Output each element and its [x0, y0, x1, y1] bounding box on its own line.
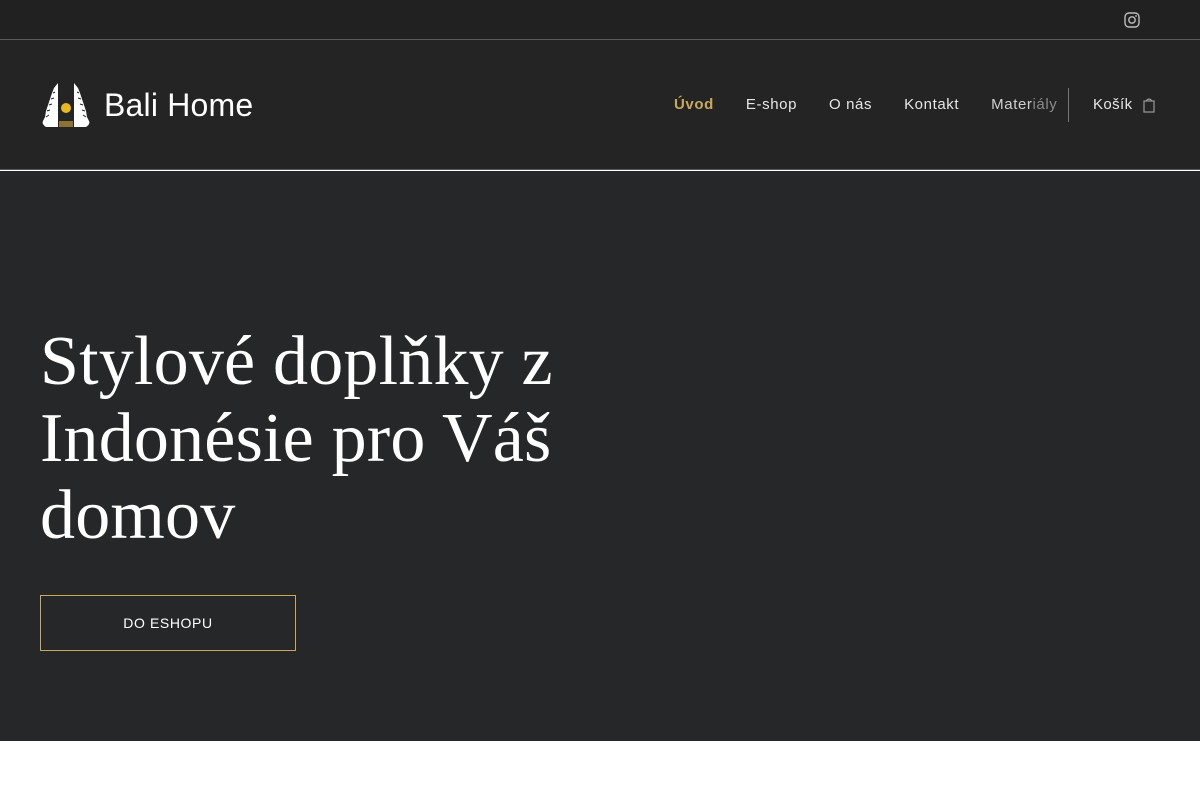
brand-logo-link[interactable]: Bali Home	[40, 78, 253, 132]
nav-item-eshop[interactable]: E-shop	[730, 96, 813, 114]
cart-link[interactable]: Košík	[1093, 96, 1155, 113]
content-area	[0, 741, 1200, 800]
instagram-icon[interactable]	[1124, 12, 1140, 28]
nav-item-materialy-label-start: Mater	[991, 96, 1033, 113]
cart-label: Košík	[1093, 96, 1133, 113]
main-navigation: Úvod E-shop O nás Kontakt Materiály	[658, 96, 1073, 114]
shopping-bag-icon	[1142, 98, 1155, 113]
bali-gate-logo	[42, 83, 90, 127]
nav-item-kontakt[interactable]: Kontakt	[888, 96, 975, 114]
brand-name: Bali Home	[104, 87, 254, 123]
site-header: Bali Home Úvod E-shop O nás Kontakt Mate…	[0, 40, 1200, 170]
nav-item-o-nas[interactable]: O nás	[813, 96, 888, 114]
nav-item-materialy[interactable]: Materiály	[975, 96, 1073, 114]
top-bar	[0, 0, 1200, 40]
nav-divider	[1068, 88, 1069, 122]
nav-item-uvod[interactable]: Úvod	[658, 96, 730, 114]
hero-section: Stylové doplňky z Indonésie pro Váš domo…	[0, 171, 1200, 741]
to-eshop-button[interactable]: DO ESHOPU	[40, 595, 296, 651]
hero-headline: Stylové doplňky z Indonésie pro Váš domo…	[40, 323, 553, 554]
nav-item-materialy-label-end: iály	[1032, 96, 1058, 113]
